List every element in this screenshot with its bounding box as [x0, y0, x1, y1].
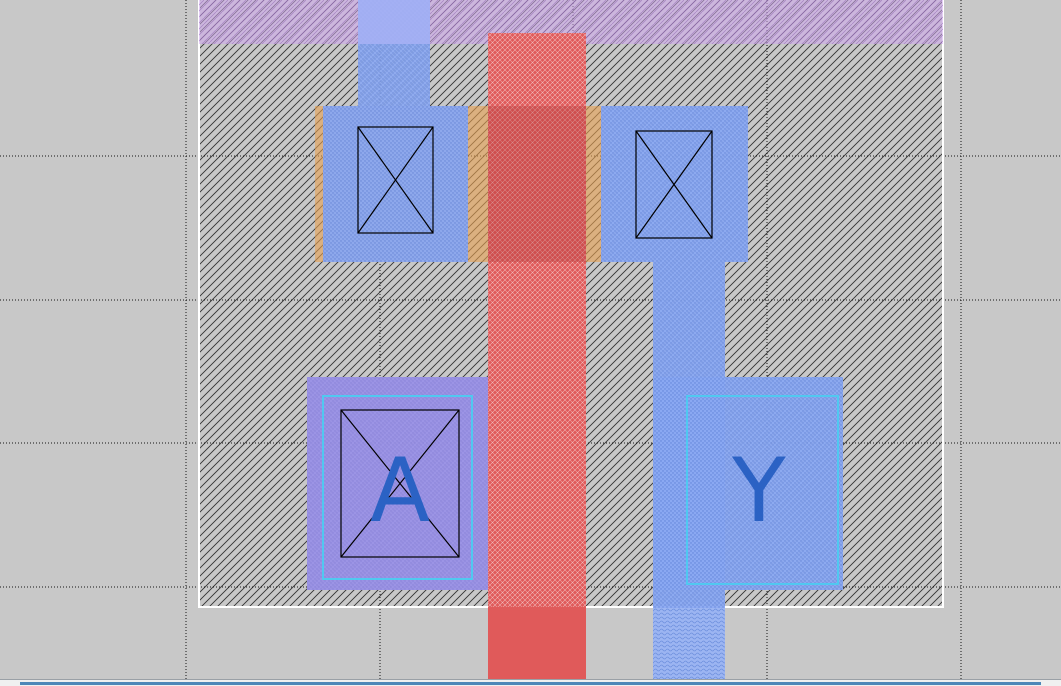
- pin-label-a: A: [370, 439, 431, 542]
- layout-canvas[interactable]: [0, 0, 1061, 685]
- metal1-output-extension[interactable]: [653, 608, 725, 680]
- metal1-source-pad[interactable]: [323, 106, 468, 262]
- metal1-rail-overlap: [358, 0, 430, 44]
- poly-gate[interactable]: [488, 33, 586, 680]
- pin-label-y: Y: [732, 439, 786, 542]
